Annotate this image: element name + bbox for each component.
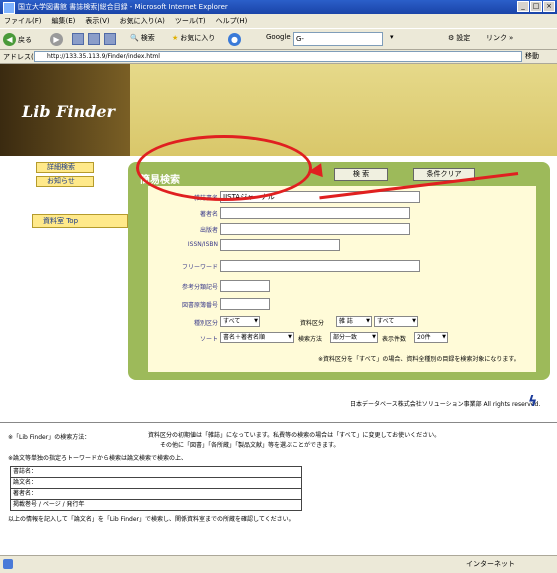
ie-icon xyxy=(3,2,15,14)
go-button[interactable]: 移動 xyxy=(525,51,539,61)
address-bar: アドレス(D) http://133.35.113.9/Finder/index… xyxy=(0,50,557,64)
form-row-article: 論文名： xyxy=(11,478,301,489)
search-icon: 🔍 xyxy=(130,34,139,42)
web-page: Lib Finder 詳細検索 お知らせ 資料室 Top 簡易検索 検 索 条件… xyxy=(0,64,557,555)
notice-link[interactable]: お知らせ xyxy=(36,176,94,187)
maximize-button[interactable]: □ xyxy=(530,1,542,12)
type-row: 種別区分 すべて 資料区分 雑 誌 すべて xyxy=(148,316,536,330)
back-button[interactable]: ◀ 戻る xyxy=(3,33,32,46)
search-note: ※資料区分を「すべて」の場合、資料全種別の目録を検索対象になります。 xyxy=(318,356,520,363)
count-select[interactable]: 20件 xyxy=(414,332,448,343)
close-button[interactable]: × xyxy=(543,1,555,12)
menu-help[interactable]: ヘルプ(H) xyxy=(216,16,248,26)
help-line-2: その他に「図書」「各所蔵」「製品文献」等を選ぶことができます。 xyxy=(160,442,340,449)
help-heading: ※「Lib Finder」の検索方法： xyxy=(8,434,91,441)
issn-isbn-input[interactable] xyxy=(220,239,340,251)
form-row-volume: 掲載巻号 / ページ / 発行年 xyxy=(13,501,85,508)
back-arrow-icon: ◀ xyxy=(3,33,16,46)
search-submit-button[interactable]: 検 索 xyxy=(334,168,388,181)
category-select[interactable]: 雑 誌 xyxy=(336,316,372,327)
page-status-icon xyxy=(3,559,13,569)
book-register-input[interactable] xyxy=(220,298,270,310)
menu-tools[interactable]: ツール(T) xyxy=(175,16,206,26)
google-search-input[interactable]: G- xyxy=(293,32,383,46)
menu-view[interactable]: 表示(V) xyxy=(85,16,109,26)
menu-file[interactable]: ファイル(F) xyxy=(4,16,42,26)
subcategory-select[interactable]: すべて xyxy=(374,316,418,327)
match-select[interactable]: 部分一致 xyxy=(330,332,378,343)
site-logo: Lib Finder xyxy=(22,102,115,121)
help-line-1: 資料区分の初期値は「雑誌」になっています。私費等の検索の場合は「すべて」に変更し… xyxy=(148,432,441,439)
form-row-title: 書誌名： xyxy=(11,467,301,478)
media-button[interactable]: ● xyxy=(228,33,241,46)
help-line-3: ※論文等単独の指定ろトーワードから検索は論文検索で検索の上、 xyxy=(8,455,188,462)
minimize-button[interactable]: _ xyxy=(517,1,529,12)
sort-select[interactable]: 書名＋著者名順 xyxy=(220,332,294,343)
forward-button[interactable]: ▶ xyxy=(50,33,63,46)
menu-edit[interactable]: 編集(E) xyxy=(52,16,76,26)
dropdown-icon: ▾ xyxy=(390,33,394,41)
publisher-input[interactable] xyxy=(220,223,410,235)
url-input[interactable]: http://133.35.113.9/Finder/index.html xyxy=(34,51,522,62)
classification-input[interactable] xyxy=(220,280,270,292)
google-search-button[interactable]: ▾ xyxy=(390,33,394,41)
field-row: 図書原簿番号 xyxy=(148,298,536,312)
field-row: 参考分類記号 xyxy=(148,280,536,294)
divider xyxy=(0,422,557,423)
google-label: Google xyxy=(266,33,291,41)
media-icon: ● xyxy=(228,33,241,46)
settings-button[interactable]: ⚙ 設定 xyxy=(448,33,470,43)
field-row: 出版者 xyxy=(148,223,536,237)
title-bar: 国立大学図書館 書誌検索|総合目録 - Microsoft Internet E… xyxy=(0,0,557,14)
field-row: ISSN/ISBN xyxy=(148,239,536,253)
form-row-author: 著者名： xyxy=(11,489,301,500)
window-controls: _ □ × xyxy=(517,1,555,12)
highlight-circle xyxy=(136,135,312,201)
author-input[interactable] xyxy=(220,207,410,219)
refresh-button[interactable] xyxy=(88,33,100,45)
forward-arrow-icon: ▶ xyxy=(50,33,63,46)
detail-search-link[interactable]: 詳細検索 xyxy=(36,162,94,173)
company-logo-icon: ϟ xyxy=(528,394,538,410)
chevron-right-icon: » xyxy=(509,34,514,42)
type-select[interactable]: すべて xyxy=(220,316,260,327)
sort-row: ソート 書名＋著者名順 検索方法 部分一致 表示件数 20件 xyxy=(148,332,536,346)
request-form: 書誌名： 論文名： 著者名： 掲載巻号 / ページ / 発行年 xyxy=(10,466,302,511)
free-word-input[interactable] xyxy=(220,260,420,272)
field-row: フリーワード xyxy=(148,260,536,274)
window-title: 国立大学図書館 書誌検索|総合目録 - Microsoft Internet E… xyxy=(18,3,228,11)
library-top-link[interactable]: 資料室 Top xyxy=(32,214,128,228)
zone-label: インターネット xyxy=(466,560,515,568)
gear-icon: ⚙ xyxy=(448,34,455,42)
toolbar: ◀ 戻る ▶ 🔍 検索 ★ お気に入り ● Google G- ▾ ⚙ 設定 リ… xyxy=(0,28,557,50)
stop-button[interactable] xyxy=(72,33,84,45)
search-button[interactable]: 🔍 検索 xyxy=(130,33,155,43)
copyright-text: 日本データベース株式会社ソリューション事業部 All rights reserv… xyxy=(350,401,541,408)
star-icon: ★ xyxy=(172,34,179,42)
links-button[interactable]: リンク» xyxy=(486,33,513,43)
search-form: 雑誌書名 JISTAジャーナル 著者名 出版者 ISSN/ISBN フリーワード… xyxy=(148,186,536,372)
help-line-4: 以上の情報を記入して「論文名」を「Lib Finder」で検索し、関係資料室まで… xyxy=(8,516,295,523)
favorites-button[interactable]: ★ お気に入り xyxy=(172,33,215,43)
home-icon xyxy=(104,33,116,45)
stop-icon xyxy=(72,33,84,45)
refresh-icon xyxy=(88,33,100,45)
home-button[interactable] xyxy=(104,33,116,45)
status-bar: インターネット xyxy=(0,555,557,573)
menu-bar: ファイル(F) 編集(E) 表示(V) お気に入り(A) ツール(T) ヘルプ(… xyxy=(0,14,557,28)
field-row: 著者名 xyxy=(148,207,536,221)
menu-favorites[interactable]: お気に入り(A) xyxy=(120,16,165,26)
callout-arrow-icon xyxy=(307,163,323,179)
